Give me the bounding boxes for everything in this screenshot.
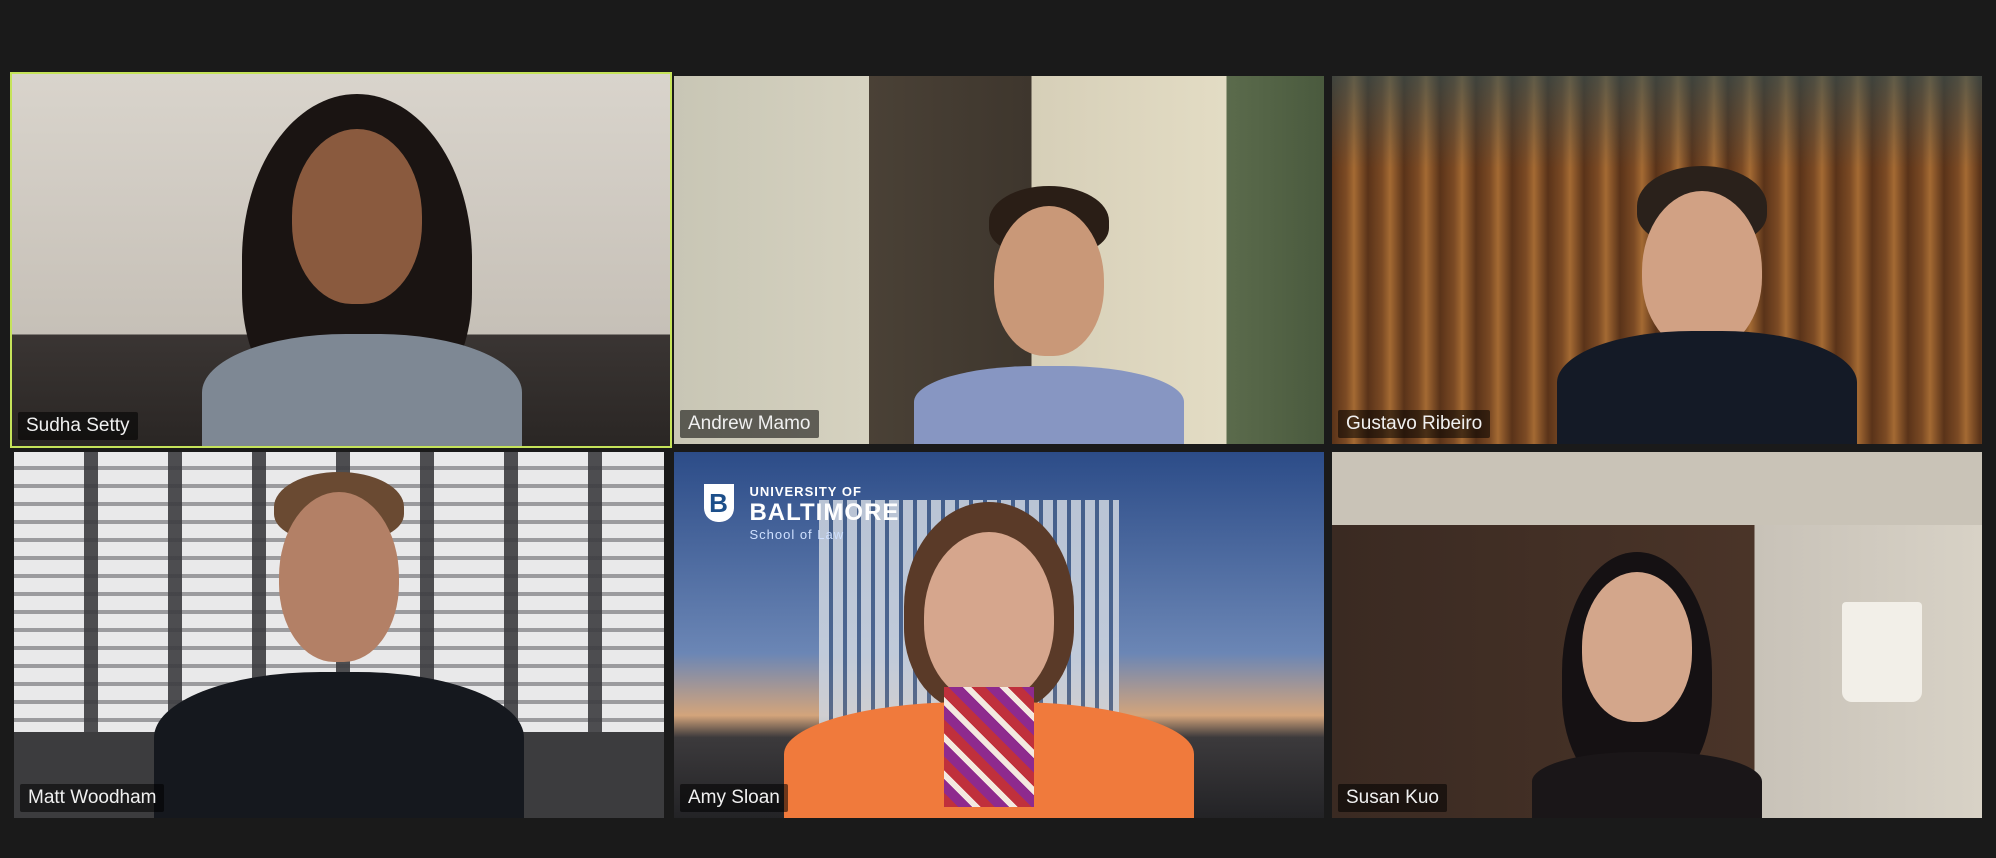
participant-name-label: Sudha Setty [18,412,138,440]
video-tile-andrew-mamo[interactable]: Andrew Mamo [674,76,1324,444]
video-tile-matt-woodham[interactable]: Matt Woodham [14,452,664,818]
participant-name-label: Susan Kuo [1338,784,1447,812]
participant-video [1507,166,1867,444]
participant-name-label: Amy Sloan [680,784,788,812]
video-tile-sudha-setty[interactable]: Sudha Setty [10,72,672,448]
participant-video [894,186,1194,444]
participant-name-label: Andrew Mamo [680,410,819,438]
video-tile-amy-sloan[interactable]: B UNIVERSITY OF BALTIMORE School of Law … [674,452,1324,818]
participant-name-label: Gustavo Ribeiro [1338,410,1491,438]
participant-video [1482,552,1812,818]
shield-logo-icon: B [704,484,734,522]
participant-video [784,502,1214,818]
video-tile-gustavo-ribeiro[interactable]: Gustavo Ribeiro [1332,76,1982,444]
participant-name-label: Matt Woodham [20,784,165,812]
lamp [1842,602,1922,702]
participant-video [202,94,532,446]
participant-video [134,472,534,818]
video-tile-susan-kuo[interactable]: Susan Kuo [1332,452,1982,818]
